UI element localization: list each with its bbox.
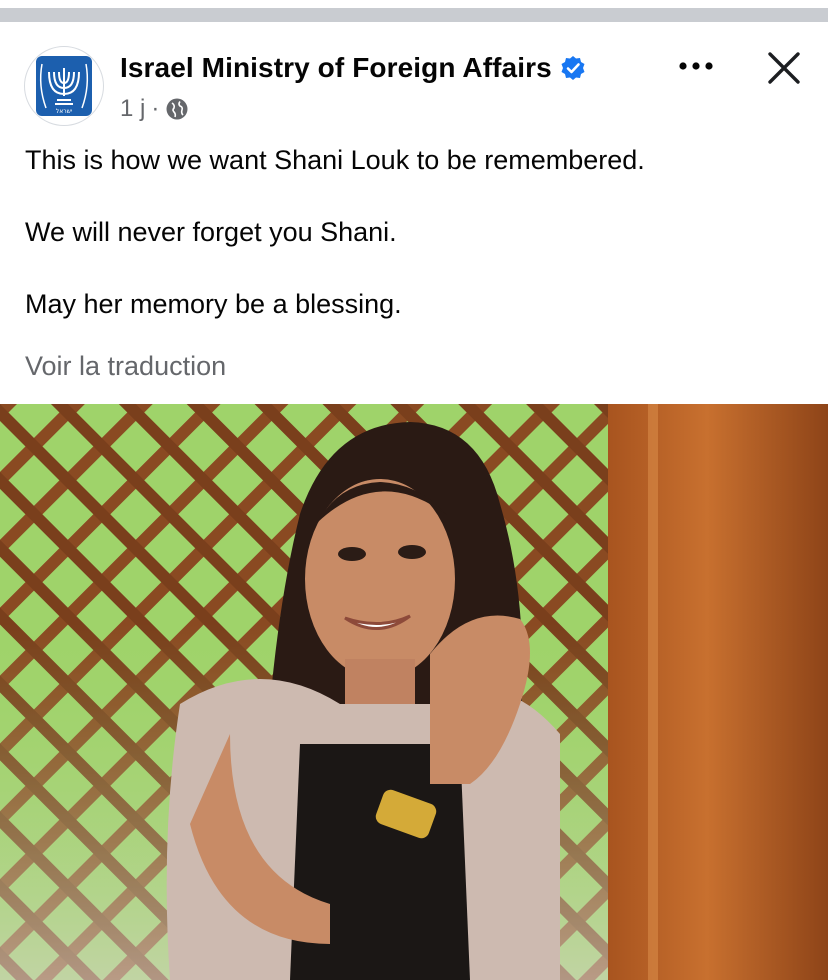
post-meta: 1 j ·: [120, 94, 189, 124]
post-timestamp[interactable]: 1 j: [120, 95, 145, 123]
menorah-emblem-icon: ישראל: [36, 56, 92, 116]
verified-badge-icon: [561, 56, 585, 80]
photo-illustration: [0, 404, 828, 980]
more-options-icon[interactable]: [674, 54, 718, 78]
see-translation-link[interactable]: Voir la traduction: [25, 346, 226, 386]
feed-divider: [0, 0, 828, 24]
meta-separator: ·: [151, 95, 160, 122]
close-icon[interactable]: [766, 50, 802, 86]
post-line-3: May her memory be a blessing.: [25, 289, 402, 319]
post-photo[interactable]: [0, 404, 828, 980]
page-name[interactable]: Israel Ministry of Foreign Affairs: [120, 52, 552, 84]
svg-text:ישראל: ישראל: [56, 108, 72, 115]
post-message: This is how we want Shani Louk to be rem…: [25, 140, 805, 324]
post-line-2: We will never forget you Shani.: [25, 217, 397, 247]
page-name-row: Israel Ministry of Foreign Affairs: [120, 52, 586, 84]
post-line-1: This is how we want Shani Louk to be rem…: [25, 145, 645, 175]
post-header: ישראל Israel Ministry of Foreign Affairs…: [0, 24, 828, 134]
page-avatar[interactable]: ישראל: [24, 46, 104, 126]
globe-icon: [166, 98, 188, 120]
